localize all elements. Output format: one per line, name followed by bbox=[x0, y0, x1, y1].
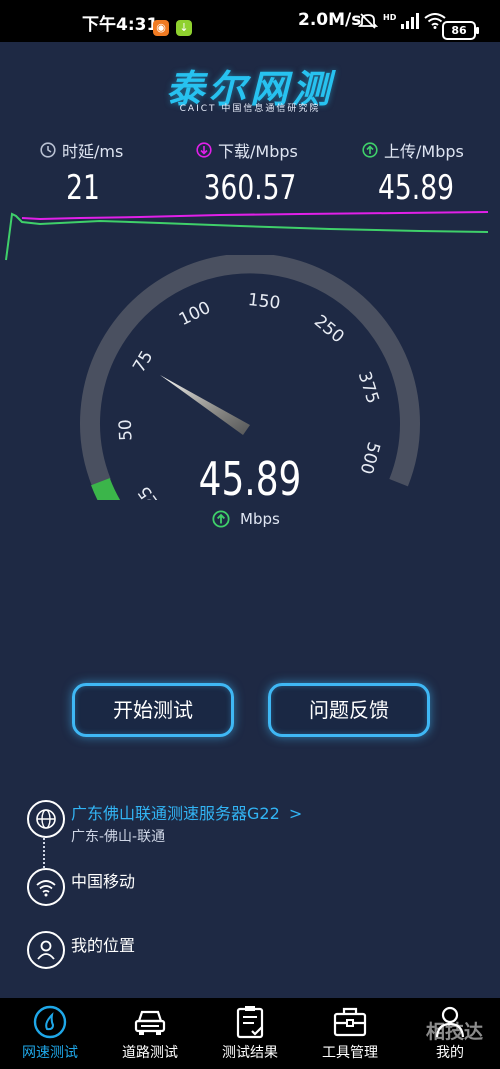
connector-line bbox=[43, 838, 45, 868]
gauge-tick-label: 150 bbox=[247, 290, 282, 314]
app-logo-subtitle: CAICT 中国信息通信研究院 bbox=[179, 104, 321, 114]
gauge-tick-label: 100 bbox=[176, 298, 214, 330]
feedback-button[interactable]: 问题反馈 bbox=[268, 683, 430, 737]
status-icons: HD bbox=[358, 12, 446, 30]
server-location: 广东-佛山-联通 bbox=[71, 829, 166, 845]
upload-speed-line bbox=[5, 212, 489, 261]
battery-indicator: 86 bbox=[442, 21, 479, 40]
download-label: 下载/Mbps bbox=[196, 138, 298, 162]
nav-label: 网速测试 bbox=[22, 1045, 78, 1061]
download-speed-line bbox=[21, 211, 489, 221]
bottom-nav: 网速测试 道路测试 测试结果 工具管理 我的 bbox=[0, 998, 500, 1069]
nav-item-road-test[interactable]: 道路测试 bbox=[100, 998, 200, 1069]
gauge-tick-label: 25 bbox=[134, 482, 163, 500]
mute-icon bbox=[358, 13, 378, 29]
gauge-tick-label: 500 bbox=[356, 440, 384, 477]
globe-icon bbox=[27, 800, 65, 838]
car-icon bbox=[134, 1010, 166, 1035]
cell-signal-icon bbox=[401, 13, 420, 29]
person-icon bbox=[27, 931, 65, 969]
clock-icon bbox=[40, 142, 56, 158]
download-label-text: 下载/Mbps bbox=[218, 142, 298, 161]
upload-icon bbox=[212, 510, 230, 528]
download-icon bbox=[196, 142, 212, 158]
latency-value: 21 bbox=[66, 168, 100, 208]
gauge-tick-label: 375 bbox=[354, 369, 383, 406]
clipboard-icon bbox=[236, 1006, 264, 1039]
gauge-needle bbox=[160, 375, 250, 435]
speed-unit-text: Mbps bbox=[240, 510, 280, 528]
upload-label: 上传/Mbps bbox=[362, 138, 464, 162]
download-notification-icon: ↓ bbox=[176, 20, 192, 36]
status-bar: 下午4:31 ◉ ↓ 2.0M/s HD 86 bbox=[0, 0, 500, 42]
gauge-tick-label: 75 bbox=[129, 347, 157, 376]
watermark: 相技达 bbox=[426, 1021, 484, 1043]
speedometer-icon bbox=[33, 1005, 67, 1039]
nav-label: 工具管理 bbox=[322, 1045, 378, 1061]
latency-label-text: 时延/ms bbox=[62, 142, 124, 161]
notification-app-icon: ◉ bbox=[153, 20, 169, 36]
nav-label: 我的 bbox=[436, 1045, 464, 1061]
nav-label: 测试结果 bbox=[222, 1045, 278, 1061]
status-network-speed: 2.0M/s bbox=[298, 10, 362, 30]
upload-icon bbox=[362, 142, 378, 158]
nav-label: 道路测试 bbox=[122, 1045, 178, 1061]
toolbox-icon bbox=[333, 1007, 367, 1037]
upload-value: 45.89 bbox=[378, 168, 454, 208]
gauge-tick-label: 50 bbox=[116, 419, 137, 441]
status-time: 下午4:31 bbox=[82, 15, 159, 35]
my-location[interactable]: 我的位置 bbox=[71, 932, 135, 956]
nav-item-tools[interactable]: 工具管理 bbox=[300, 998, 400, 1069]
upload-label-text: 上传/Mbps bbox=[384, 142, 464, 161]
latency-label: 时延/ms bbox=[40, 138, 123, 162]
server-name: 广东佛山联通测速服务器G22 bbox=[71, 804, 280, 823]
current-speed-unit: Mbps bbox=[212, 510, 280, 528]
wifi-icon bbox=[27, 868, 65, 906]
nav-item-test-results[interactable]: 测试结果 bbox=[200, 998, 300, 1069]
hd-label: HD bbox=[383, 12, 397, 22]
server-name-link[interactable]: 广东佛山联通测速服务器G22 > bbox=[71, 800, 302, 824]
gauge-tick-label: 250 bbox=[310, 311, 348, 347]
chevron-right-icon: > bbox=[288, 804, 303, 823]
isp-name: 中国移动 bbox=[71, 872, 136, 891]
current-speed-value: 45.89 bbox=[198, 452, 302, 506]
download-value: 360.57 bbox=[203, 168, 297, 208]
start-test-button[interactable]: 开始测试 bbox=[72, 683, 234, 737]
nav-item-speed-test[interactable]: 网速测试 bbox=[0, 998, 100, 1069]
